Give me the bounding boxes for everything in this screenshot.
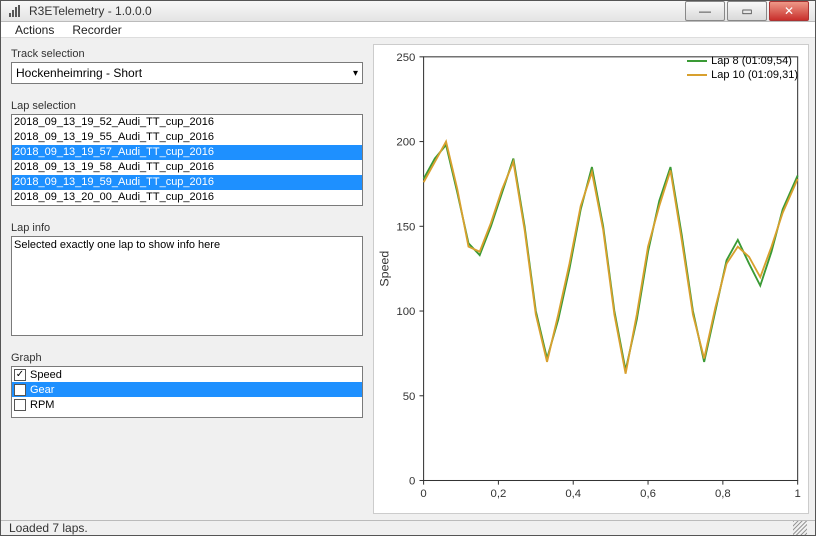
legend-color-1	[687, 60, 707, 62]
app-icon	[7, 3, 23, 19]
track-combobox[interactable]: Hockenheimring - Short ▾	[11, 62, 363, 84]
svg-text:250: 250	[396, 52, 415, 64]
legend-color-2	[687, 74, 707, 76]
titlebar: R3ETelemetry - 1.0.0.0 — ▭ ✕	[1, 1, 815, 22]
lap-list-item[interactable]: 2018_09_13_20_00_Audi_TT_cup_2016	[12, 190, 362, 205]
close-button[interactable]: ✕	[769, 1, 809, 21]
track-selection-group: Track selection Hockenheimring - Short ▾	[7, 44, 367, 88]
lap-list-item[interactable]: 2018_09_13_19_58_Audi_TT_cup_2016	[12, 160, 362, 175]
svg-text:0,4: 0,4	[565, 488, 581, 500]
checkbox-icon[interactable]	[14, 369, 26, 381]
speed-chart: 0 50 100 150 200 250 0 0,2 0,4 0,6 0,8 1 Speed	[374, 45, 808, 513]
lap-selection-group: Lap selection 2018_09_13_19_52_Audi_TT_c…	[7, 96, 367, 210]
track-combobox-value: Hockenheimring - Short	[16, 66, 142, 80]
chevron-down-icon: ▾	[353, 68, 358, 79]
graph-item-label: Gear	[30, 384, 54, 396]
legend-label-2: Lap 10 (01:09,31)	[711, 69, 798, 81]
svg-text:Speed: Speed	[377, 251, 391, 287]
lap-info-text: Selected exactly one lap to show info he…	[11, 236, 363, 336]
menubar: Actions Recorder	[1, 22, 815, 38]
graph-list-item[interactable]: Speed	[12, 367, 362, 382]
svg-text:0: 0	[409, 476, 415, 488]
lap-listbox[interactable]: 2018_09_13_19_52_Audi_TT_cup_20162018_09…	[11, 114, 363, 206]
svg-text:200: 200	[396, 137, 415, 149]
left-column: Track selection Hockenheimring - Short ▾…	[7, 44, 367, 514]
status-text: Loaded 7 laps.	[9, 521, 88, 535]
graph-item-label: RPM	[30, 399, 54, 411]
svg-text:150: 150	[396, 221, 415, 233]
app-window: R3ETelemetry - 1.0.0.0 — ▭ ✕ Actions Rec…	[0, 0, 816, 536]
window-controls: — ▭ ✕	[685, 1, 809, 21]
graph-listbox[interactable]: Speed Gear RPM	[11, 366, 363, 418]
checkbox-icon[interactable]	[14, 399, 26, 411]
chart-legend: Lap 8 (01:09,54) Lap 10 (01:09,31)	[687, 55, 798, 83]
lap-list-item[interactable]: 2018_09_13_19_59_Audi_TT_cup_2016	[12, 175, 362, 190]
lap-list-item[interactable]: 2018_09_13_19_52_Audi_TT_cup_2016	[12, 115, 362, 130]
track-selection-label: Track selection	[11, 48, 363, 60]
graph-list-item[interactable]: Gear	[12, 382, 362, 397]
svg-text:0,2: 0,2	[491, 488, 507, 500]
lap-info-group: Lap info Selected exactly one lap to sho…	[7, 218, 367, 340]
svg-text:50: 50	[403, 391, 416, 403]
chart-panel: 0 50 100 150 200 250 0 0,2 0,4 0,6 0,8 1 Speed Lap 8…	[373, 44, 809, 514]
window-title: R3ETelemetry - 1.0.0.0	[29, 4, 685, 18]
legend-entry-1: Lap 8 (01:09,54)	[687, 55, 798, 67]
maximize-button[interactable]: ▭	[727, 1, 767, 21]
graph-label: Graph	[11, 352, 363, 364]
minimize-button[interactable]: —	[685, 1, 725, 21]
svg-text:100: 100	[396, 306, 415, 318]
client-area: Track selection Hockenheimring - Short ▾…	[1, 38, 815, 520]
svg-text:1: 1	[795, 488, 801, 500]
menu-actions[interactable]: Actions	[15, 23, 54, 37]
graph-group: Graph Speed Gear RPM	[7, 348, 367, 422]
svg-text:0,6: 0,6	[640, 488, 656, 500]
menu-recorder[interactable]: Recorder	[72, 23, 121, 37]
legend-entry-2: Lap 10 (01:09,31)	[687, 69, 798, 81]
graph-list-item[interactable]: RPM	[12, 397, 362, 412]
graph-item-label: Speed	[30, 369, 62, 381]
lap-list-item[interactable]: 2018_09_13_19_57_Audi_TT_cup_2016	[12, 145, 362, 160]
lap-list-item[interactable]: 2018_09_13_19_55_Audi_TT_cup_2016	[12, 130, 362, 145]
legend-label-1: Lap 8 (01:09,54)	[711, 55, 792, 67]
lap-selection-label: Lap selection	[11, 100, 363, 112]
resize-gripper[interactable]	[793, 521, 807, 535]
checkbox-icon[interactable]	[14, 384, 26, 396]
lap-info-label: Lap info	[11, 222, 363, 234]
svg-text:0,8: 0,8	[715, 488, 731, 500]
svg-text:0: 0	[420, 488, 426, 500]
statusbar: Loaded 7 laps.	[1, 520, 815, 535]
